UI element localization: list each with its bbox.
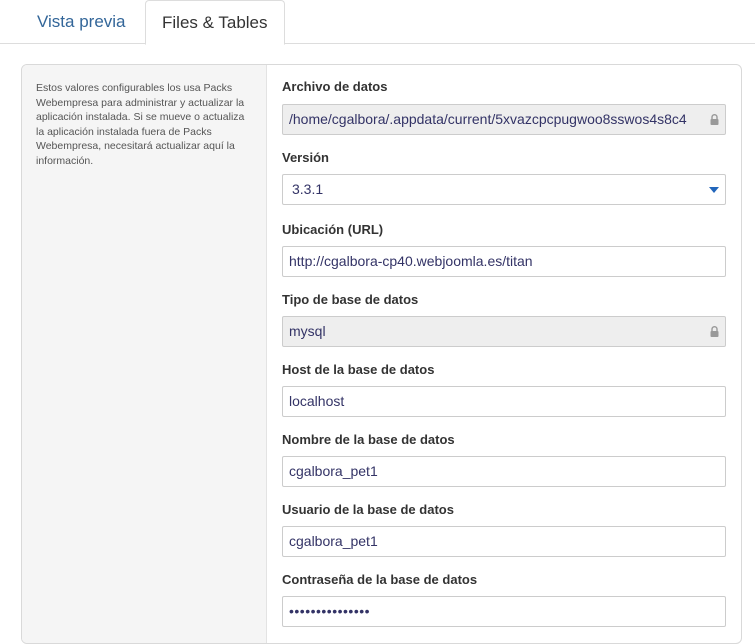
sidebar: Estos valores configurables los usa Pack… [22, 65, 267, 643]
db-password-value: ••••••••••••••• [289, 603, 371, 619]
data-file-label: Archivo de datos [282, 79, 388, 94]
chevron-down-icon[interactable] [709, 187, 719, 193]
db-type-value: mysql [289, 323, 326, 339]
tab-bar: Vista previa Files & Tables [0, 0, 755, 45]
db-host-value: localhost [289, 393, 345, 409]
lock-icon [710, 114, 719, 125]
url-label: Ubicación (URL) [282, 222, 384, 237]
url-input[interactable]: http://cgalbora-cp40.webjoomla.es/titan [282, 246, 726, 277]
data-file-value: /home/cgalbora/.appdata/current/5xvazcpc… [289, 111, 687, 127]
db-name-input[interactable]: cgalbora_pet1 [282, 456, 726, 487]
url-value: http://cgalbora-cp40.webjoomla.es/titan [289, 253, 533, 269]
db-type-label: Tipo de base de datos [282, 292, 419, 307]
version-label: Versión [282, 150, 329, 165]
lock-icon [710, 326, 719, 337]
db-user-input[interactable]: cgalbora_pet1 [282, 526, 726, 557]
db-password-input[interactable]: ••••••••••••••• [282, 596, 726, 627]
db-name-value: cgalbora_pet1 [289, 463, 378, 479]
db-host-label: Host de la base de datos [282, 362, 435, 377]
version-value: 3.3.1 [292, 181, 324, 197]
version-select[interactable]: 3.3.1 [282, 174, 726, 205]
db-user-value: cgalbora_pet1 [289, 533, 378, 549]
data-file-field: /home/cgalbora/.appdata/current/5xvazcpc… [282, 104, 726, 135]
settings-panel: Estos valores configurables los usa Pack… [21, 64, 742, 644]
tab-vista-previa[interactable]: Vista previa [21, 0, 142, 44]
db-host-input[interactable]: localhost [282, 386, 726, 417]
sidebar-description: Estos valores configurables los usa Pack… [36, 82, 245, 167]
tab-files-tables[interactable]: Files & Tables [145, 0, 285, 45]
db-password-label: Contraseña de la base de datos [282, 572, 478, 587]
db-name-label: Nombre de la base de datos [282, 432, 455, 447]
db-type-field: mysql [282, 316, 726, 347]
db-user-label: Usuario de la base de datos [282, 502, 454, 517]
